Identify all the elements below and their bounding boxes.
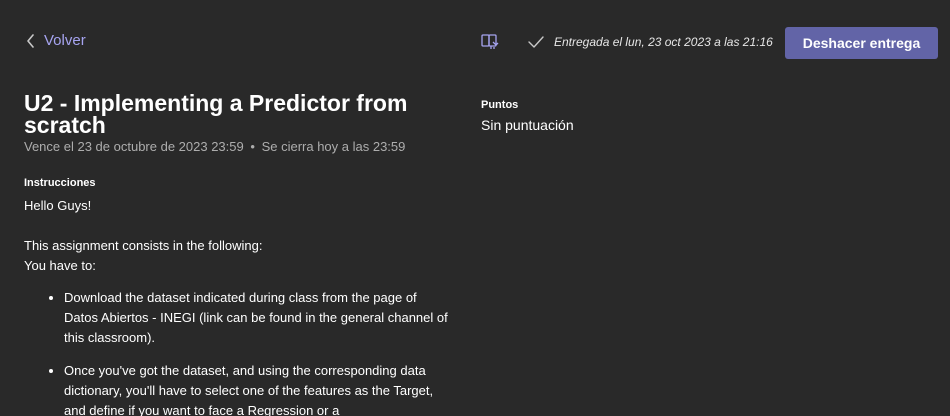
assignment-title: U2 - Implementing a Predictor from scrat… <box>24 90 408 138</box>
instructions-label: Instrucciones <box>24 177 96 189</box>
instructions-list: Download the dataset indicated during cl… <box>24 288 454 416</box>
list-item: Download the dataset indicated during cl… <box>64 288 454 348</box>
points-label: Puntos <box>481 99 519 111</box>
instructions-greeting: Hello Guys! <box>24 198 92 213</box>
due-date-line: Vence el 23 de octubre de 2023 23:59 • S… <box>24 139 405 154</box>
undo-turn-in-button[interactable]: Deshacer entrega <box>785 27 938 59</box>
list-item: Once you've got the dataset, and using t… <box>64 361 454 416</box>
back-button[interactable]: Volver <box>26 32 86 49</box>
instructions-body: Hello Guys! This assignment consists in … <box>24 196 454 416</box>
turned-in-status: Entregada el lun, 23 oct 2023 a las 21:1… <box>554 35 773 49</box>
chevron-left-icon <box>26 33 36 48</box>
back-label: Volver <box>44 32 86 49</box>
instructions-lead: You have to: <box>24 258 96 273</box>
checkmark-icon <box>527 35 545 54</box>
instructions-intro: This assignment consists in the followin… <box>24 238 263 253</box>
assignment-details-page: Volver Entregada el lun, 23 oct 2023 a l… <box>0 0 950 416</box>
due-date: Vence el 23 de octubre de 2023 23:59 <box>24 139 244 154</box>
immersive-reader-button[interactable] <box>480 33 500 56</box>
points-value: Sin puntuación <box>481 117 574 133</box>
closes-text: Se cierra hoy a las 23:59 <box>261 139 406 154</box>
separator-dot: • <box>250 139 255 154</box>
immersive-reader-icon <box>480 34 500 55</box>
